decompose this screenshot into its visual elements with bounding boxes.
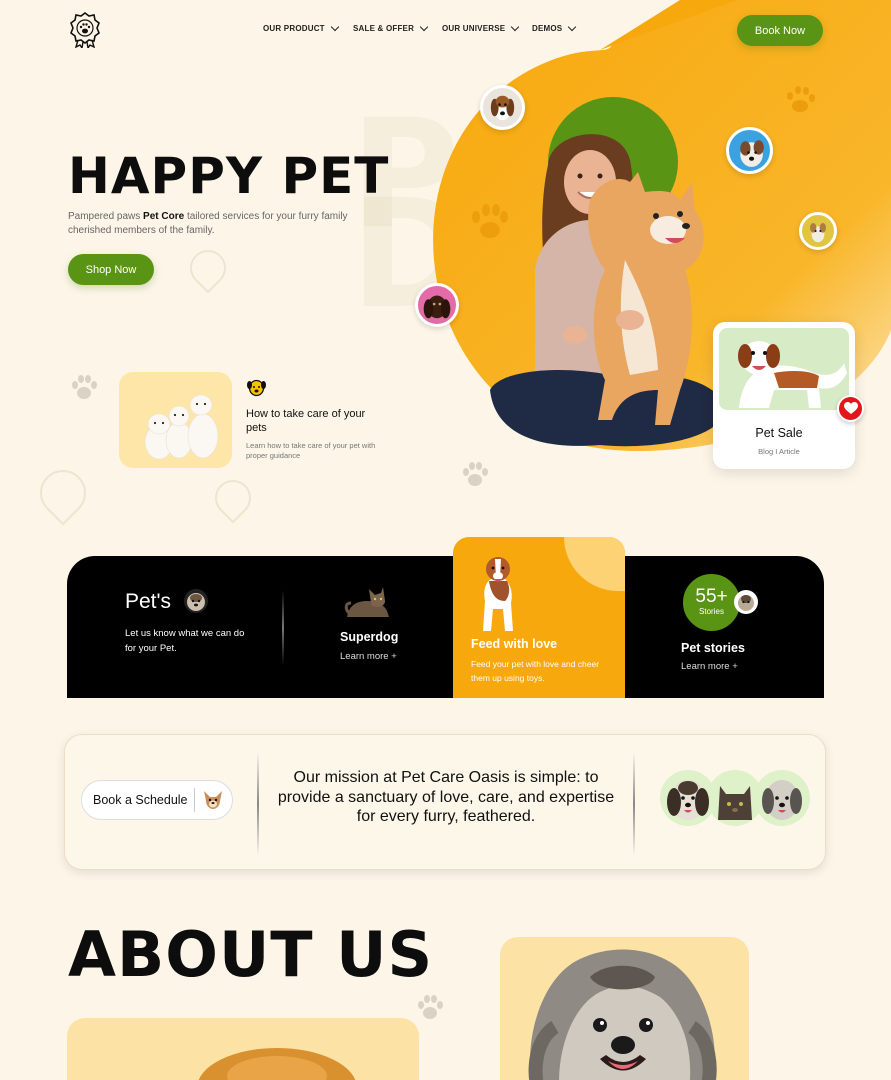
hero-description: Pampered paws Pet Core tailored services…	[68, 210, 368, 238]
nav-label: SALE & OFFER	[353, 24, 415, 33]
saint-bernard-image	[719, 328, 849, 410]
band-feed-description: Feed your pet with love and cheer them u…	[471, 659, 600, 683]
sale-card-subtitle: Blog I Article	[758, 447, 800, 456]
book-schedule-label: Book a Schedule	[93, 793, 188, 807]
shih-tzu-avatar	[184, 589, 208, 613]
band-stories-link[interactable]: Learn more +	[681, 661, 738, 672]
hero-desc-prefix: Pampered paws	[68, 211, 144, 222]
about-image-right	[500, 937, 749, 1080]
pet-bubble-dog-blue[interactable]	[726, 127, 773, 174]
about-image-left	[67, 1018, 419, 1080]
stories-count: 55+	[695, 586, 728, 607]
shop-now-button[interactable]: Shop Now	[68, 254, 154, 285]
australian-shepherd-image	[483, 557, 513, 631]
pet-avatars-group	[660, 770, 810, 826]
book-schedule-button[interactable]: Book a Schedule	[81, 780, 233, 820]
nav-label: OUR PRODUCT	[263, 24, 325, 33]
band-pets-title: Pet's	[125, 590, 172, 613]
paw-print-icon	[418, 995, 443, 1019]
mission-divider-right	[633, 752, 635, 856]
shih-tzu-portrait-image	[528, 949, 717, 1080]
paw-print-icon	[72, 375, 97, 399]
chevron-down-icon	[511, 22, 520, 31]
button-divider	[193, 788, 195, 812]
heart-icon	[843, 402, 858, 414]
cat-image	[344, 587, 389, 617]
spaniel-icon	[423, 295, 451, 319]
paw-print-icon	[463, 462, 488, 486]
background-heart-doodle	[182, 242, 234, 294]
dog-face-icon	[247, 379, 266, 397]
care-title[interactable]: How to take care of your pets	[246, 407, 386, 435]
nav-label: DEMOS	[532, 24, 563, 33]
feed-card-circle	[564, 537, 625, 591]
stories-count-label: Stories	[699, 607, 724, 616]
band-superdog-link[interactable]: Learn more +	[340, 651, 397, 662]
stories-count-badge: 55+ Stories	[681, 572, 742, 633]
band-stories-title: Pet stories	[681, 641, 745, 655]
paw-badge-logo-icon[interactable]	[68, 12, 102, 48]
heart-favorite-button[interactable]	[837, 395, 864, 422]
about-title: ABOUT US	[68, 918, 434, 991]
band-superdog-title: Superdog	[340, 630, 399, 644]
background-heart-doodle	[207, 472, 259, 524]
puppies-image	[144, 394, 219, 460]
chevron-down-icon	[330, 22, 340, 31]
feed-with-love-card[interactable]: Feed with love Feed your pet with love a…	[453, 537, 625, 698]
nav-our-universe[interactable]: OUR UNIVERSE	[442, 22, 520, 33]
hero-title: HAPPY PET	[68, 147, 390, 205]
care-subtitle: Learn how to take care of your pet with …	[246, 441, 376, 460]
pet-bubble-beagle[interactable]	[480, 85, 525, 130]
shih-tzu-avatar	[734, 590, 758, 614]
chihuahua-icon	[203, 791, 222, 809]
golden-retriever-image	[198, 1048, 356, 1080]
hero-desc-brand: Pet Core	[143, 211, 185, 222]
book-now-button[interactable]: Book Now	[737, 15, 823, 46]
pet-sale-card[interactable]: Pet Sale Blog I Article	[713, 322, 855, 469]
beagle-icon	[490, 95, 515, 121]
nav-sale-offer[interactable]: SALE & OFFER	[353, 22, 429, 33]
puppy-icon	[810, 223, 826, 243]
chevron-down-icon	[419, 22, 429, 31]
background-heart-doodle	[30, 460, 96, 526]
band-divider	[282, 590, 284, 665]
mission-divider-left	[257, 752, 259, 856]
pet-bubble-puppy-yellow[interactable]	[799, 212, 837, 250]
mission-statement: Our mission at Pet Care Oasis is simple:…	[277, 769, 615, 825]
nav-our-product[interactable]: OUR PRODUCT	[263, 22, 340, 33]
pet-bubble-spaniel-pink[interactable]	[415, 283, 459, 327]
hero-woman-with-dog-image	[490, 134, 725, 447]
dog-icon	[740, 140, 764, 167]
band-feed-title: Feed with love	[471, 637, 558, 651]
band-pets-description: Let us know what we can do for your Pet.	[125, 628, 245, 654]
sale-card-title: Pet Sale	[755, 426, 803, 440]
nav-label: OUR UNIVERSE	[442, 24, 506, 33]
nav-demos[interactable]: DEMOS	[532, 22, 577, 33]
care-card-image[interactable]	[119, 372, 232, 468]
chevron-down-icon	[568, 22, 577, 31]
